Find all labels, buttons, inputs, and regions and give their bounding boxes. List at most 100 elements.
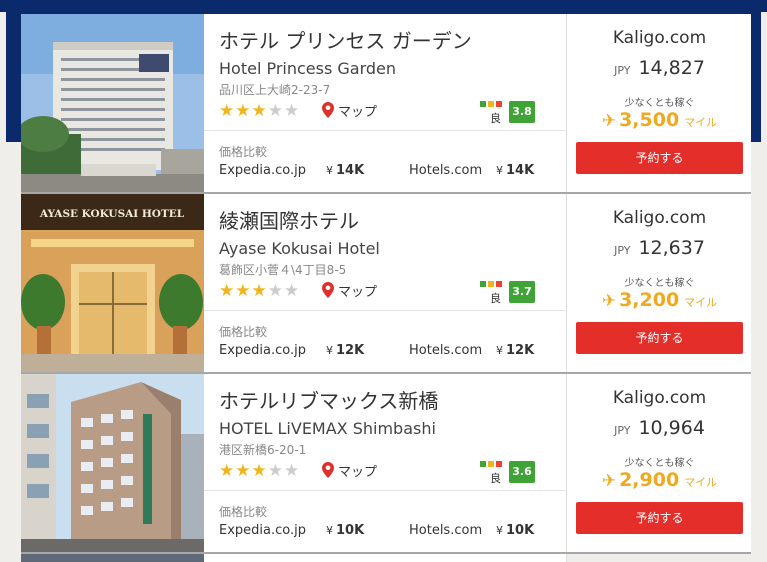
earn-miles-label: 少なくとも稼ぐ <box>624 98 695 109</box>
rating-score-badge: 3.7 <box>509 281 535 303</box>
currency-code: JPY <box>614 244 631 257</box>
rating-score-badge: 3.8 <box>509 101 535 123</box>
rating-word: 良 <box>490 472 501 485</box>
yen-symbol: ¥ <box>496 344 503 357</box>
compare-site-name[interactable]: Hotels.com <box>409 523 482 538</box>
booking-site-name: Kaligo.com <box>612 208 707 228</box>
book-button[interactable]: 予約する <box>576 322 743 354</box>
hotel-photo[interactable] <box>21 14 204 192</box>
photo-hotel-sign: AYASE KOKUSAI HOTEL <box>39 208 185 220</box>
rating-scale-icon <box>480 101 506 109</box>
miles-unit: マイル <box>684 476 718 489</box>
star-icon: ★ <box>219 101 236 121</box>
airplane-icon: ✈ <box>601 111 617 131</box>
divider <box>204 490 567 491</box>
star-icon: ★ <box>235 281 252 301</box>
compare-site-name[interactable]: Expedia.co.jp <box>219 163 306 178</box>
hotel-card[interactable]: AYASE KOKUSAI HOTEL 綾瀬国際ホテル Ayase Kokusa… <box>21 194 751 374</box>
yen-symbol: ¥ <box>326 164 333 177</box>
rating-score-badge: 3.6 <box>509 461 535 483</box>
miles-value: 3,200 <box>619 289 680 311</box>
compare-price-value: 12K <box>336 343 365 358</box>
star-icon: ★ <box>235 461 252 481</box>
top-nav-bar <box>0 0 767 12</box>
miles-earned: ✈ 3,200 マイル <box>568 289 751 311</box>
compare-site-name[interactable]: Expedia.co.jp <box>219 523 306 538</box>
map-link[interactable]: マップ <box>322 280 377 300</box>
hotel-info <box>204 554 567 562</box>
compare-price-value: 14K <box>506 163 535 178</box>
room-price: JPY 10,964 <box>568 417 751 439</box>
booking-site-name: Kaligo.com <box>612 28 707 48</box>
map-pin-icon <box>322 102 334 118</box>
book-button[interactable]: 予約する <box>576 142 743 174</box>
compare-site-price[interactable]: ¥14K <box>326 163 364 178</box>
map-link-label: マップ <box>338 284 378 300</box>
hotel-name-en[interactable]: HOTEL LiVEMAX Shimbashi <box>219 419 436 438</box>
hotel-card-partial[interactable] <box>21 554 751 562</box>
miles-value: 3,500 <box>619 109 680 131</box>
hotel-name-ja[interactable]: 綾瀬国際ホテル <box>219 205 359 234</box>
star-rating: ★★★★★ <box>219 101 300 121</box>
compare-site-price[interactable]: ¥10K <box>326 523 364 538</box>
room-price: JPY 12,637 <box>568 237 751 259</box>
price-value: 12,637 <box>638 237 705 259</box>
rating-word: 良 <box>490 112 501 125</box>
hotel-photo[interactable] <box>21 374 204 552</box>
price-compare-label: 価格比較 <box>219 325 268 339</box>
hotel-address: 品川区上大崎2-23-7 <box>219 83 331 97</box>
map-link[interactable]: マップ <box>322 100 377 120</box>
book-button[interactable]: 予約する <box>576 502 743 534</box>
guest-rating: 良 3.8 <box>480 101 540 125</box>
hotel-name-en[interactable]: Hotel Princess Garden <box>219 59 396 78</box>
map-link-label: マップ <box>338 464 378 480</box>
price-panel: Kaligo.com JPY 14,827 少なくとも稼ぐ ✈ 3,500 マイル 予… <box>568 14 751 192</box>
airplane-icon: ✈ <box>601 291 617 311</box>
miles-value: 2,900 <box>619 469 680 491</box>
rating-scale-icon <box>480 281 506 289</box>
map-link[interactable]: マップ <box>322 460 377 480</box>
hotel-info: ホテル プリンセス ガーデン Hotel Princess Garden 品川区… <box>204 14 567 192</box>
star-icon: ★ <box>251 461 268 481</box>
hotel-info: ホテルリブマックス新橋 HOTEL LiVEMAX Shimbashi 港区新橋… <box>204 374 567 552</box>
star-rating: ★★★★★ <box>219 281 300 301</box>
yen-symbol: ¥ <box>496 524 503 537</box>
star-icon: ★ <box>267 281 284 301</box>
compare-site-price[interactable]: ¥12K <box>326 343 364 358</box>
hotel-results-list: ホテル プリンセス ガーデン Hotel Princess Garden 品川区… <box>21 14 751 562</box>
map-pin-icon <box>322 282 334 298</box>
compare-site-name[interactable]: Expedia.co.jp <box>219 343 306 358</box>
booking-site-name: Kaligo.com <box>612 388 707 408</box>
hotel-name-en[interactable]: Ayase Kokusai Hotel <box>219 239 380 258</box>
compare-site-price[interactable]: ¥10K <box>496 523 534 538</box>
hotel-name-ja[interactable]: ホテル プリンセス ガーデン <box>219 25 472 54</box>
star-icon: ★ <box>235 101 252 121</box>
star-icon: ★ <box>267 101 284 121</box>
compare-site-name[interactable]: Hotels.com <box>409 163 482 178</box>
compare-site-name[interactable]: Hotels.com <box>409 343 482 358</box>
star-icon: ★ <box>219 461 236 481</box>
map-pin-icon <box>322 462 334 478</box>
star-icon: ★ <box>284 281 301 301</box>
rating-scale-icon <box>480 461 506 469</box>
price-compare-label: 価格比較 <box>219 145 268 159</box>
yen-symbol: ¥ <box>326 524 333 537</box>
star-icon: ★ <box>219 281 236 301</box>
divider <box>204 130 567 131</box>
hotel-card[interactable]: ホテルリブマックス新橋 HOTEL LiVEMAX Shimbashi 港区新橋… <box>21 374 751 554</box>
star-icon: ★ <box>284 461 301 481</box>
compare-site-price[interactable]: ¥14K <box>496 163 534 178</box>
star-icon: ★ <box>251 281 268 301</box>
earn-miles-label: 少なくとも稼ぐ <box>624 458 695 469</box>
compare-site-price[interactable]: ¥12K <box>496 343 534 358</box>
star-rating: ★★★★★ <box>219 461 300 481</box>
hotel-name-ja[interactable]: ホテルリブマックス新橋 <box>219 385 438 414</box>
hotel-card[interactable]: ホテル プリンセス ガーデン Hotel Princess Garden 品川区… <box>21 14 751 194</box>
miles-earned: ✈ 3,500 マイル <box>568 109 751 131</box>
yen-symbol: ¥ <box>496 164 503 177</box>
hotel-info: 綾瀬国際ホテル Ayase Kokusai Hotel 葛飾区小菅４\4丁目8-… <box>204 194 567 372</box>
hotel-photo[interactable] <box>21 554 204 562</box>
star-icon: ★ <box>284 101 301 121</box>
hotel-photo[interactable]: AYASE KOKUSAI HOTEL <box>21 194 204 372</box>
earn-miles-label: 少なくとも稼ぐ <box>624 278 695 289</box>
